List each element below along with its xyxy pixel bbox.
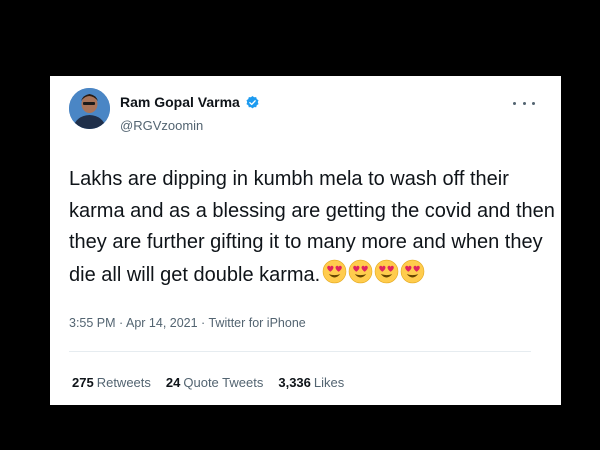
heart-eyes-emoji-icon	[348, 259, 373, 283]
retweets-stat[interactable]: 275 Retweets	[72, 375, 151, 390]
retweets-label: Retweets	[96, 375, 151, 390]
likes-stat[interactable]: 3,336 Likes	[278, 375, 344, 390]
more-options-icon[interactable]	[513, 96, 535, 110]
emoji-row	[322, 259, 425, 284]
tweet-text-line: Lakhs are dipping in kumbh mela to wash …	[69, 168, 509, 190]
tweet-text-line: they are further gifting it to many more…	[69, 231, 543, 253]
tweet-time[interactable]: 3:55 PM	[69, 316, 116, 330]
retweets-count: 275	[72, 375, 94, 390]
author-name[interactable]: Ram Gopal Varma	[120, 94, 240, 110]
meta-separator: ·	[197, 316, 209, 330]
meta-separator: ·	[115, 316, 126, 330]
author-name-row: Ram Gopal Varma	[120, 94, 260, 110]
tweet-source[interactable]: Twitter for iPhone	[208, 316, 305, 330]
heart-eyes-emoji-icon	[322, 259, 347, 283]
tweet-text: Lakhs are dipping in kumbh mela to wash …	[69, 164, 555, 292]
verified-badge-icon	[246, 95, 259, 108]
tweet-text-line: die all will get double karma.	[69, 263, 321, 286]
tweet-text-line: karma and as a blessing are getting the …	[69, 199, 555, 222]
tweet-date[interactable]: Apr 14, 2021	[126, 316, 198, 330]
tweet-card: Ram Gopal Varma @RGVzoomin Lakhs are dip…	[50, 76, 561, 405]
tweet-meta: 3:55 PM · Apr 14, 2021 · Twitter for iPh…	[69, 316, 306, 330]
quote-tweets-label: Quote Tweets	[183, 375, 264, 390]
profile-photo-icon	[69, 88, 110, 129]
tweet-text-last-line: die all will get double karma.	[69, 259, 547, 292]
avatar[interactable]	[69, 88, 110, 129]
heart-eyes-emoji-icon	[400, 259, 425, 283]
likes-count: 3,336	[278, 375, 311, 390]
likes-label: Likes	[313, 375, 345, 390]
divider	[69, 351, 531, 352]
quote-tweets-count: 24	[165, 375, 181, 390]
heart-eyes-emoji-icon	[374, 259, 399, 283]
tweet-stats: 275 Retweets 24 Quote Tweets 3,336 Likes	[72, 375, 344, 390]
quote-tweets-stat[interactable]: 24 Quote Tweets	[166, 375, 263, 390]
author-handle[interactable]: @RGVzoomin	[120, 118, 203, 133]
